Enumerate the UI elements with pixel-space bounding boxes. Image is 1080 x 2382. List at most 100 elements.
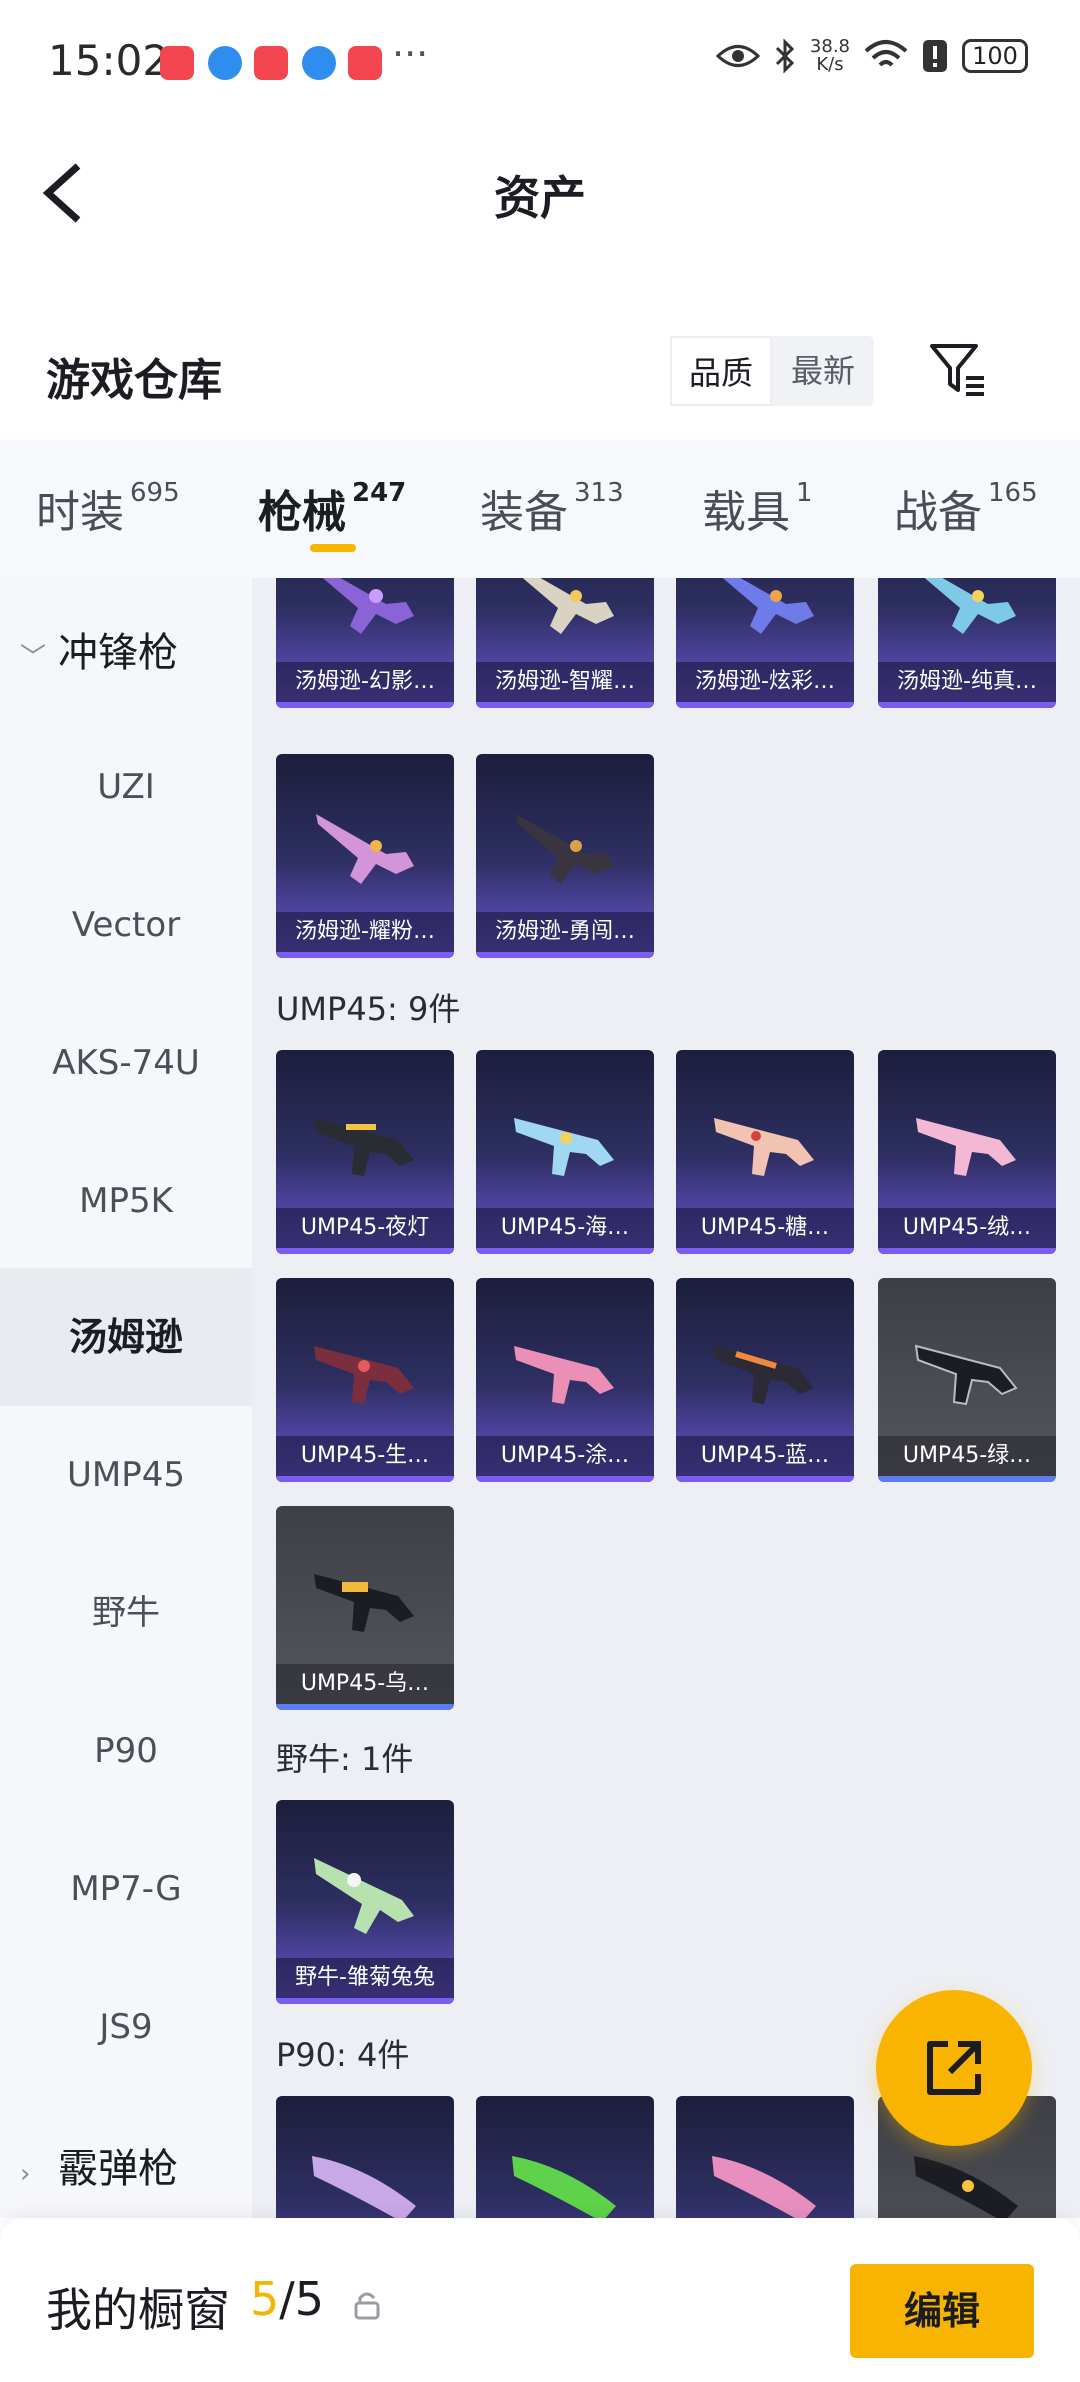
sidebar-item-p90[interactable]: P90 xyxy=(0,1682,252,1820)
rarity-bar xyxy=(276,1704,454,1710)
gun-icon xyxy=(914,1344,1018,1406)
skin-card[interactable]: UMP45-生… xyxy=(276,1278,454,1482)
gun-icon xyxy=(314,1574,414,1632)
skin-card[interactable]: UMP45-乌… xyxy=(276,1506,454,1710)
tab-firearms[interactable]: 枪械 247 xyxy=(258,476,406,540)
tab-vehicles[interactable]: 载具 1 xyxy=(702,476,813,540)
sidebar-item-js9[interactable]: JS9 xyxy=(0,1958,252,2096)
filter-icon xyxy=(930,344,984,396)
bluetooth-icon xyxy=(775,38,795,74)
rarity-bar xyxy=(476,1248,654,1254)
sort-toggle: 品质 最新 xyxy=(670,336,874,406)
skin-card[interactable] xyxy=(676,2096,854,2218)
gun-icon xyxy=(924,578,1016,634)
rarity-bar xyxy=(276,702,454,708)
skin-card-label: 野牛-雏菊兔兔 xyxy=(276,1958,454,1998)
skin-card[interactable]: UMP45-绿… xyxy=(878,1278,1056,1482)
skin-card[interactable]: 汤姆逊-耀粉… xyxy=(276,754,454,958)
rarity-bar xyxy=(476,1476,654,1482)
sidebar-item-mp5k[interactable]: MP5K xyxy=(0,1132,252,1270)
sidebar-item-ump45[interactable]: UMP45 xyxy=(0,1406,252,1544)
skin-card[interactable]: 野牛-雏菊兔兔 xyxy=(276,1800,454,2004)
browser-notification-icon xyxy=(302,46,336,80)
sidebar-item-uzi[interactable]: UZI xyxy=(0,718,252,856)
weapon-sidebar: ﹀ 冲锋枪 UZI Vector AKS-74U MP5K 汤姆逊 UMP45 野… xyxy=(0,578,252,2218)
browser-notification-icon xyxy=(208,46,242,80)
app-notification-icon xyxy=(348,46,382,80)
gun-icon xyxy=(722,578,814,634)
external-link-icon xyxy=(927,2041,981,2095)
filter-button[interactable] xyxy=(928,340,988,400)
battery-indicator: 100 xyxy=(962,39,1028,73)
sort-quality-button[interactable]: 品质 xyxy=(670,336,772,406)
skin-card[interactable]: 汤姆逊-炫彩… xyxy=(676,578,854,708)
tab-fashion[interactable]: 时装 695 xyxy=(36,476,180,540)
gun-icon xyxy=(714,1346,814,1404)
skin-card-label: UMP45-糖… xyxy=(676,1208,854,1248)
rarity-bar xyxy=(276,1476,454,1482)
sidebar-item-thompson[interactable]: 汤姆逊 xyxy=(0,1268,252,1406)
rarity-bar xyxy=(476,952,654,958)
category-tabs: 时装 695 枪械 247 装备 313 载具 1 战备 165 xyxy=(0,440,1080,578)
skin-card[interactable]: UMP45-海… xyxy=(476,1050,654,1254)
skin-card[interactable]: UMP45-夜灯 xyxy=(276,1050,454,1254)
skin-card[interactable] xyxy=(476,2096,654,2218)
rarity-bar xyxy=(878,1476,1056,1482)
group-title-ump45: UMP45: 9件 xyxy=(276,990,461,1028)
gun-icon xyxy=(314,1118,414,1176)
sidebar-item-vector[interactable]: Vector xyxy=(0,856,252,994)
tab-supplies[interactable]: 战备 165 xyxy=(894,476,1038,540)
showcase-count: 5/5 xyxy=(250,2272,325,2326)
group-title-p90: P90: 4件 xyxy=(276,2036,410,2074)
tab-equipment[interactable]: 装备 313 xyxy=(480,476,624,540)
sidebar-item-mp7g[interactable]: MP7-G xyxy=(0,1820,252,1958)
rarity-bar xyxy=(276,1998,454,2004)
skin-card-label: 汤姆逊-幻影… xyxy=(276,662,454,702)
skin-card[interactable]: 汤姆逊-幻影… xyxy=(276,578,454,708)
eye-icon xyxy=(715,45,760,67)
alert-icon xyxy=(923,40,947,72)
chevron-down-icon: ﹀ xyxy=(20,643,47,673)
rarity-bar xyxy=(476,702,654,708)
gun-icon xyxy=(316,814,414,884)
rarity-bar xyxy=(676,1248,854,1254)
gun-icon xyxy=(312,2156,416,2218)
skin-card[interactable]: 汤姆逊-智耀… xyxy=(476,578,654,708)
rarity-bar xyxy=(878,702,1056,708)
gun-icon xyxy=(714,1118,814,1176)
rarity-bar xyxy=(878,1248,1056,1254)
skin-card-label: UMP45-生… xyxy=(276,1436,454,1476)
gun-icon xyxy=(522,578,614,634)
sidebar-item-bison[interactable]: 野牛 xyxy=(0,1544,252,1682)
skin-card[interactable]: UMP45-涂… xyxy=(476,1278,654,1482)
sidebar-group-shotgun[interactable]: › 霰弹枪 xyxy=(20,2136,178,2194)
skin-card-label: 汤姆逊-炫彩… xyxy=(676,662,854,702)
skin-card-label: UMP45-乌… xyxy=(276,1664,454,1704)
app-notification-icon xyxy=(160,46,194,80)
gun-icon xyxy=(314,1346,414,1404)
share-button[interactable] xyxy=(876,1990,1032,2146)
skin-card[interactable]: UMP45-蓝… xyxy=(676,1278,854,1482)
skin-card[interactable]: 汤姆逊-纯真… xyxy=(878,578,1056,708)
sort-latest-button[interactable]: 最新 xyxy=(772,336,874,406)
skin-card[interactable] xyxy=(276,2096,454,2218)
edit-button[interactable]: 编辑 xyxy=(850,2264,1034,2358)
skin-card-label: UMP45-绿… xyxy=(878,1436,1056,1476)
rarity-bar xyxy=(676,1476,854,1482)
skin-card[interactable]: UMP45-绒… xyxy=(878,1050,1056,1254)
tab-indicator xyxy=(310,544,356,552)
skin-card[interactable]: 汤姆逊-勇闯… xyxy=(476,754,654,958)
gun-icon xyxy=(516,814,614,884)
status-bar: 15:02 ··· 38.8 K/s 100 xyxy=(0,0,1080,120)
skin-card-label: UMP45-夜灯 xyxy=(276,1208,454,1248)
gun-icon xyxy=(514,1346,614,1404)
sidebar-group-smg[interactable]: ﹀ 冲锋枪 xyxy=(20,620,178,678)
weapon-grid: 汤姆逊-幻影… 汤姆逊-智耀… 汤姆逊-炫彩… 汤姆逊-纯真… 汤姆逊-耀粉… … xyxy=(252,578,1080,2218)
skin-card[interactable]: UMP45-糖… xyxy=(676,1050,854,1254)
sidebar-item-aks74u[interactable]: AKS-74U xyxy=(0,994,252,1132)
skin-card-label: 汤姆逊-智耀… xyxy=(476,662,654,702)
gun-icon xyxy=(314,1858,414,1934)
skin-card-label: 汤姆逊-勇闯… xyxy=(476,912,654,952)
group-title-bison: 野牛: 1件 xyxy=(276,1740,414,1778)
showcase-title: 我的橱窗 xyxy=(46,2283,230,2337)
